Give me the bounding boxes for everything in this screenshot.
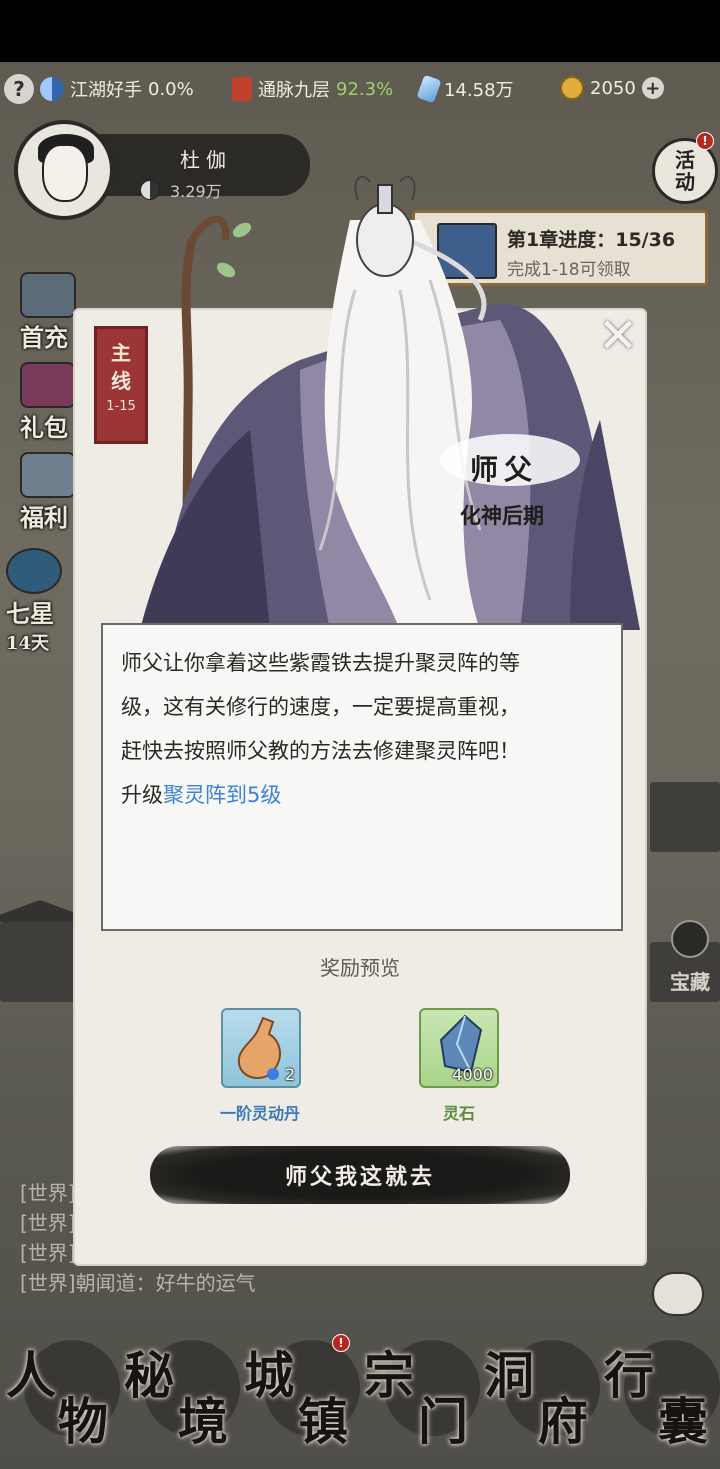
player-name: 杜伽: [180, 148, 232, 172]
reward-item-spirit-stone[interactable]: 4000: [419, 1008, 499, 1088]
quest-tag-range: 1-15: [106, 399, 136, 414]
nav-character[interactable]: 人 物: [0, 1330, 120, 1460]
gift-icon: [20, 362, 76, 408]
avatar[interactable]: [14, 120, 114, 220]
nav-label: 府: [538, 1392, 588, 1451]
task-link[interactable]: 聚灵阵到5级: [163, 783, 281, 807]
ingot-display[interactable]: 2050 +: [560, 76, 664, 100]
nav-label: 宗: [364, 1346, 414, 1405]
nav-label: 秘: [124, 1346, 174, 1405]
nav-label: 人: [6, 1346, 56, 1405]
dialog-text-box: 师父让你拿着这些紫霞铁去提升聚灵阵的等 级，这有关修行的速度，一定要提高重视， …: [101, 623, 623, 931]
dialog-text-line: 师父让你拿着这些紫霞铁去提升聚灵阵的等: [121, 651, 520, 675]
help-icon[interactable]: ?: [4, 74, 34, 104]
resource-bar: ? 江湖好手 0.0% 通脉九层 92.3% 14.58万 2050 +: [0, 66, 720, 112]
nav-label: 洞: [484, 1346, 534, 1405]
quest-tag-line1: 主: [111, 341, 131, 365]
reward-title: 奖励预览: [320, 956, 400, 980]
game-screen: ? 江湖好手 0.0% 通脉九层 92.3% 14.58万 2050 + 杜伽 …: [0, 0, 720, 1469]
reward-count: 4000: [452, 1065, 493, 1084]
rank-value: 0.0%: [148, 78, 194, 100]
crystal-icon: [416, 74, 442, 104]
cultivation-display[interactable]: 通脉九层 92.3%: [232, 76, 393, 102]
master-portrait: [140, 175, 640, 630]
close-icon[interactable]: ✕: [592, 310, 644, 362]
nav-town-badge: !: [332, 1334, 350, 1352]
nav-secret-realm[interactable]: 秘 境: [120, 1330, 240, 1460]
meridian-icon: [232, 77, 252, 101]
nav-label: 行: [604, 1346, 654, 1405]
chat-line: [世界]朝闻道：好牛的运气: [20, 1271, 256, 1295]
cultivation-value: 92.3%: [336, 78, 394, 100]
nav-label: 镇: [298, 1392, 348, 1451]
ingot-value: 2050: [590, 77, 636, 99]
nav-sect[interactable]: 宗 门: [360, 1330, 480, 1460]
activity-badge: !: [696, 132, 714, 150]
rank-label: 江湖好手: [70, 80, 142, 101]
house-silhouette: [650, 782, 720, 852]
nav-label: 囊: [658, 1392, 708, 1451]
quest-tag-line2: 线: [111, 369, 131, 393]
reward-name: 一阶灵动丹: [219, 1104, 300, 1123]
bottom-nav: 人 物 秘 境 城 镇 ! 宗 门 洞 府 行 囊: [0, 1330, 720, 1469]
reward-count: 2: [284, 1065, 295, 1084]
spirit-stone-display[interactable]: 14.58万: [416, 74, 514, 104]
task-prefix: 升级: [121, 783, 163, 807]
nav-label: 物: [58, 1392, 108, 1451]
nav-label: 城: [244, 1346, 294, 1405]
nav-cave[interactable]: 洞 府: [480, 1330, 600, 1460]
cultivation-label: 通脉九层: [258, 80, 330, 101]
dialog-text-line: 级，这有关修行的速度，一定要提高重视，: [121, 695, 520, 719]
avatar-face: [42, 144, 88, 202]
nav-bag[interactable]: 行 囊: [600, 1330, 720, 1460]
status-bar: [0, 0, 720, 62]
reward-item-elixir[interactable]: 2: [221, 1008, 301, 1088]
npc-name: 师父: [470, 453, 539, 486]
main-quest-tag: 主 线 1-15: [94, 326, 148, 444]
task-line: 升级聚灵阵到5级: [121, 773, 603, 817]
chat-bubble-icon[interactable]: [652, 1272, 704, 1316]
rank-display[interactable]: 江湖好手 0.0%: [40, 76, 194, 102]
confirm-button[interactable]: 师父我这就去: [150, 1146, 570, 1204]
spirit-stone-value: 14.58万: [444, 80, 514, 101]
yin-yang-icon: [40, 77, 64, 101]
activity-label-1: 活: [675, 148, 695, 172]
reward-name: 灵石: [442, 1104, 475, 1123]
scroll-icon: [20, 452, 76, 498]
dialog-text-line: 赶快去按照师父教的方法去修建聚灵阵吧！: [121, 739, 520, 763]
nav-label: 门: [418, 1392, 468, 1451]
nav-label: 境: [178, 1392, 228, 1451]
chest-icon: [20, 272, 76, 318]
add-ingot-button[interactable]: +: [641, 77, 664, 99]
gold-coin-icon: [560, 76, 584, 100]
compass-icon: [6, 548, 62, 594]
nav-town[interactable]: 城 镇 !: [240, 1330, 360, 1460]
npc-rank: 化神后期: [460, 504, 544, 528]
activity-label-2: 动: [675, 170, 695, 194]
